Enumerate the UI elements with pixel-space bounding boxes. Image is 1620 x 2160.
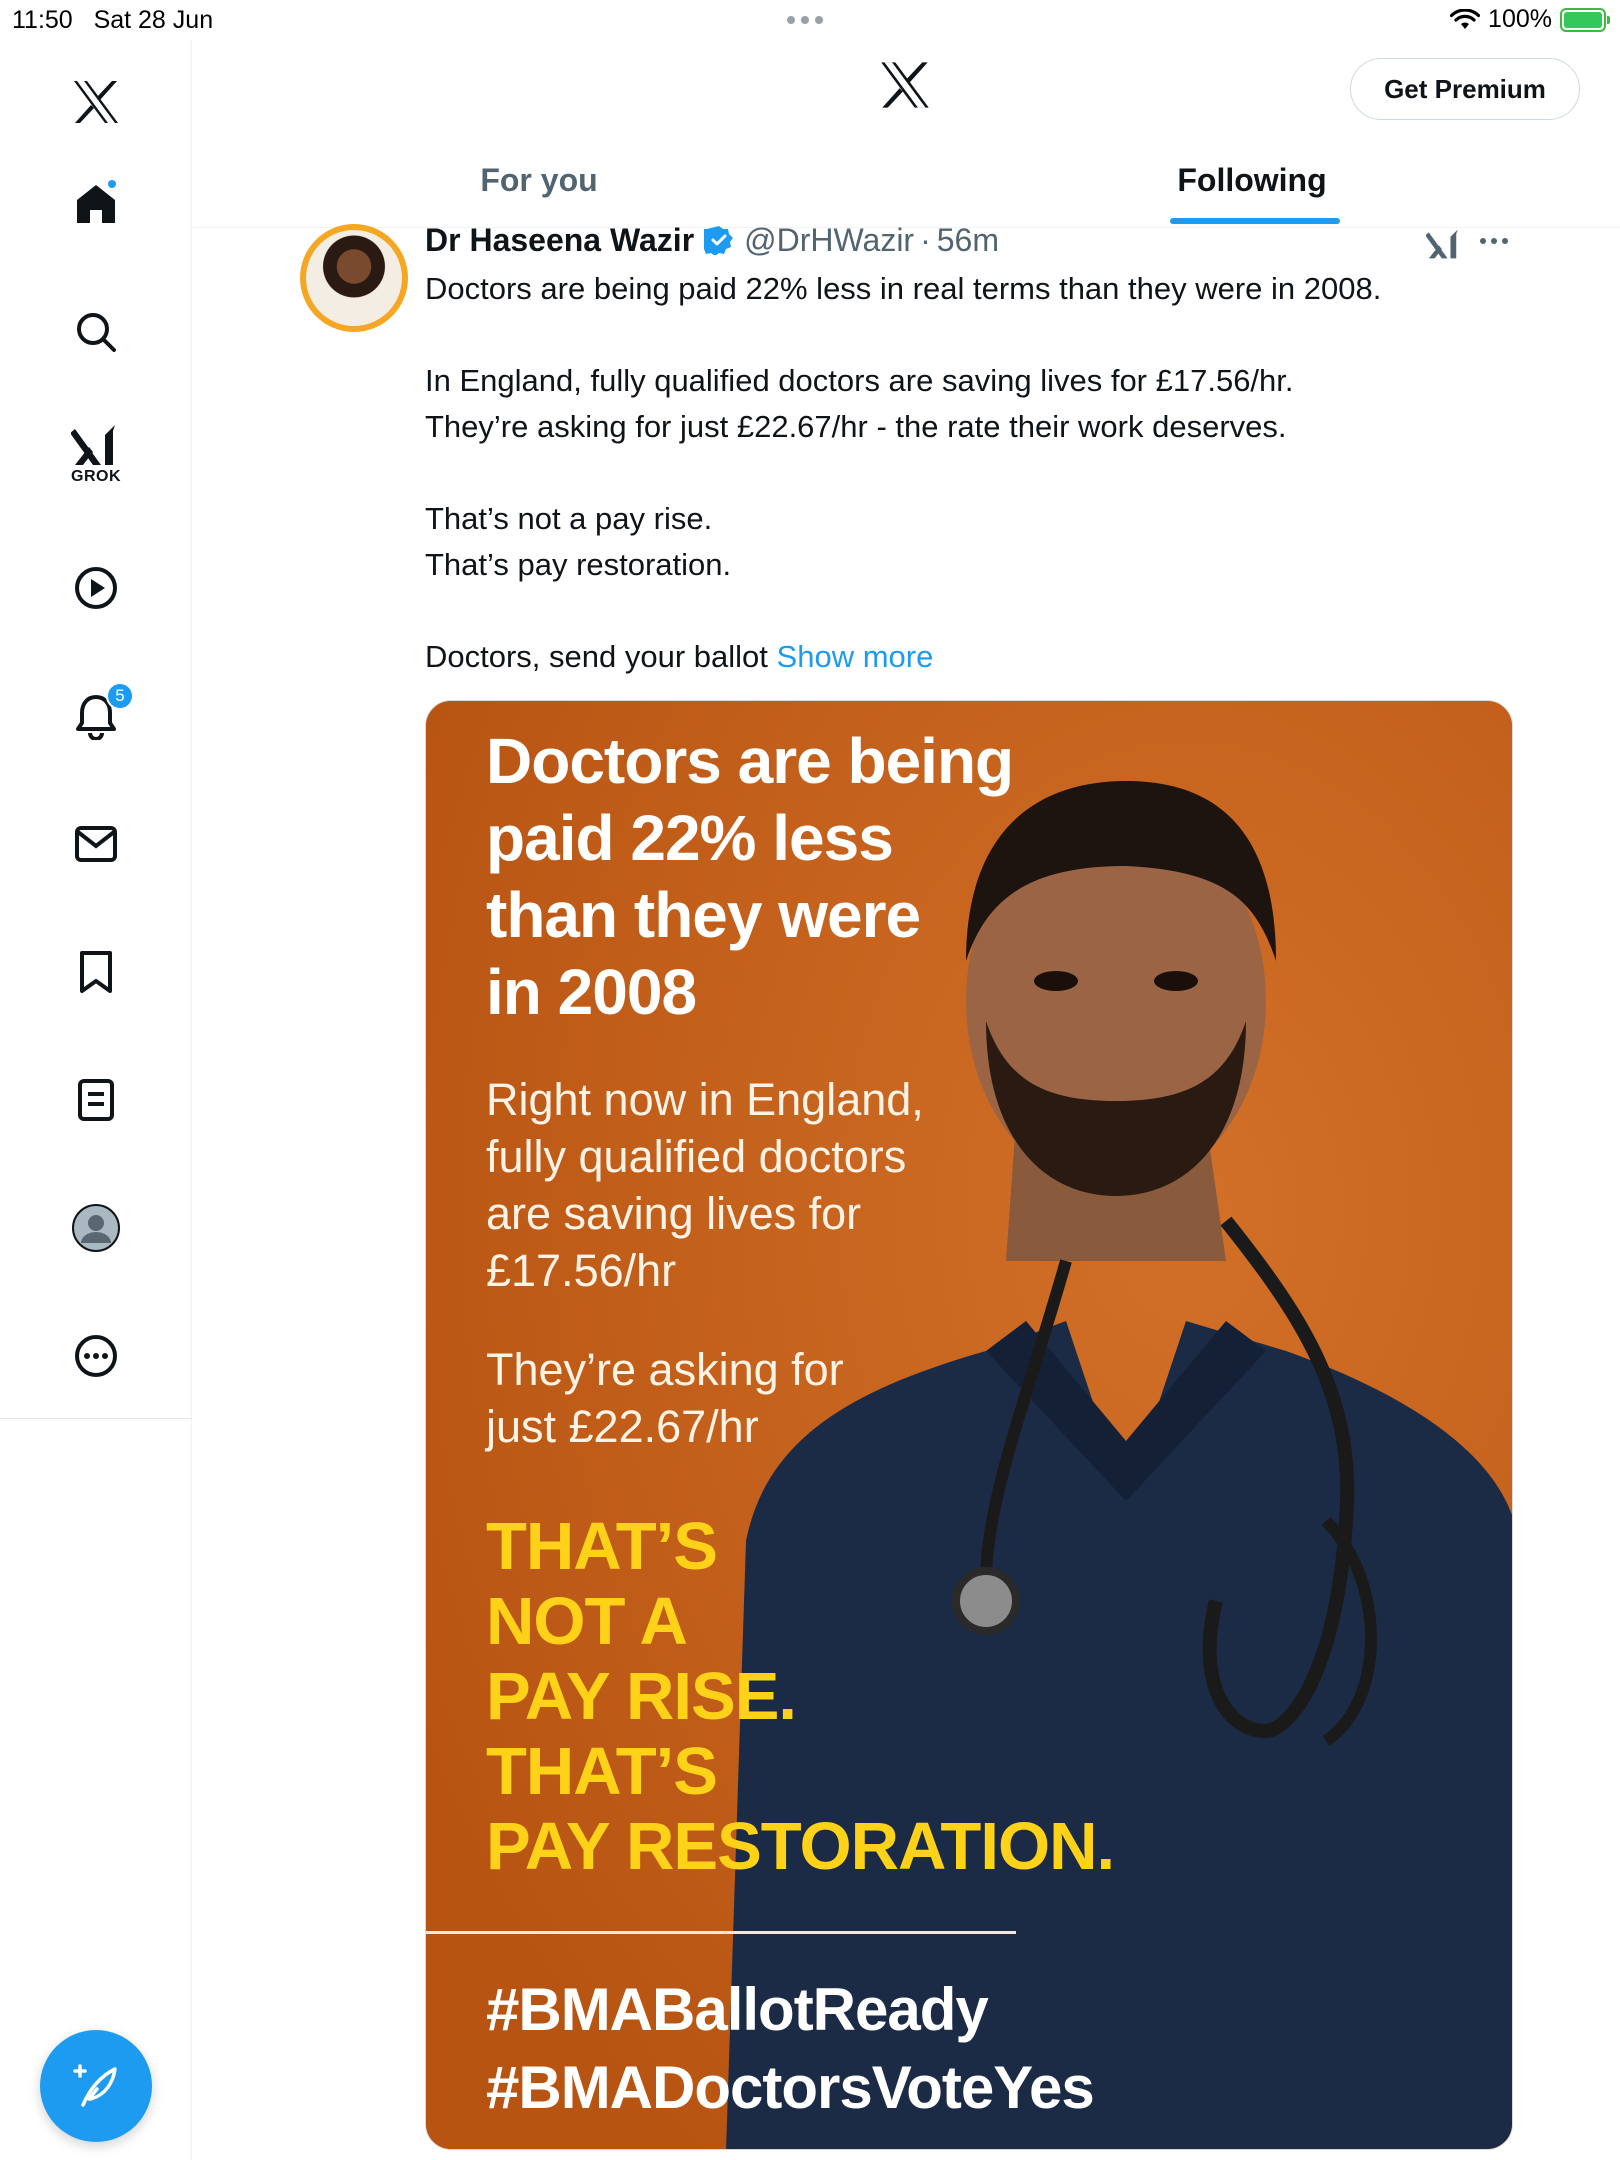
sidebar: GROK 5 [0,40,192,2160]
play-icon [75,567,117,609]
active-tab-indicator [1170,218,1340,224]
compose-button[interactable] [40,2030,152,2142]
sidebar-item-bookmarks[interactable] [56,932,136,1012]
headline-line: Doctors are being [486,725,1014,797]
battery-percent: 100% [1488,5,1552,33]
get-premium-button[interactable]: Get Premium [1350,58,1580,120]
callout-line: NOT A [486,1584,688,1659]
verified-badge-icon [704,226,734,255]
headline-line: paid 22% less [486,802,894,874]
search-icon [77,313,116,352]
status-right: 100% [1450,5,1610,34]
callout-line: PAY RESTORATION. [486,1809,1115,1884]
grok-icon [71,425,115,465]
hashtag-line: #BMADoctorsVoteYes [486,2054,1095,2121]
tweet-image[interactable]: Doctors are being paid 22% less than the… [425,700,1513,2150]
header-x-logo[interactable] [878,60,932,115]
callout-line: THAT’S [486,1509,718,1584]
battery-icon [1560,7,1610,32]
compose-feather-icon [73,2064,117,2107]
multitasking-dots[interactable] [787,16,823,24]
tweet-timestamp[interactable]: 56m [937,222,999,259]
poster-subtext-2: They’re asking for just £22.67/hr [486,1341,1046,1455]
sidebar-item-notifications[interactable]: 5 [56,676,136,756]
author-name[interactable]: Dr Haseena Wazir [425,222,694,259]
callout-line: PAY RISE. [486,1659,797,1734]
sidebar-item-more[interactable] [56,1316,136,1396]
tab-following[interactable]: Following [906,140,1598,228]
callout-line: THAT’S [486,1734,718,1809]
tweet-line: Doctors are being paid 22% less in real … [425,271,1382,306]
tweet-line: That’s pay restoration. [425,547,732,582]
tweet-line: That’s not a pay rise. [425,501,713,536]
subtext-line: Right now in England, [486,1074,924,1125]
x-logo-link[interactable] [56,62,136,142]
sidebar-item-grok[interactable]: GROK [56,412,136,492]
tweet-header: Dr Haseena Wazir @DrHWazir · 56m [425,218,999,262]
subtext-line: They’re asking for [486,1344,844,1395]
tweet-more-button[interactable] [1480,238,1508,244]
notification-count-badge: 5 [106,682,134,710]
poster-callout: THAT’S NOT A PAY RISE. THAT’S PAY RESTOR… [486,1509,1246,1884]
sidebar-divider [0,1418,192,1419]
status-bar: 11:50 Sat 28 Jun 100% [0,0,1620,40]
sidebar-item-home[interactable] [56,164,136,244]
tweet-line: In England, fully qualified doctors are … [425,363,1294,398]
meta-separator: · [920,221,931,258]
timeline-header: Get Premium For you Following [193,40,1620,228]
show-more-link[interactable]: Show more [777,639,934,674]
grok-icon [1425,229,1458,259]
grok-explain-button[interactable] [1425,228,1462,265]
tab-for-you[interactable]: For you [193,140,885,228]
wifi-icon [1450,8,1481,29]
poster-subtext: Right now in England, fully qualified do… [486,1071,1046,1299]
author-avatar[interactable] [300,224,408,332]
subtext-line: £17.56/hr [486,1245,677,1296]
poster-headline: Doctors are being paid 22% less than the… [486,723,1126,1031]
x-logo-icon [74,81,118,123]
subtext-line: are saving lives for [486,1188,862,1239]
home-new-dot [106,178,118,190]
sidebar-item-profile[interactable] [56,1188,136,1268]
hashtag-line: #BMABallotReady [486,1976,989,2043]
poster-divider [426,1931,1016,1934]
headline-line: in 2008 [486,956,697,1028]
sidebar-item-messages[interactable] [56,804,136,884]
bookmark-icon [80,951,112,993]
tweet-line: They’re asking for just £22.67/hr - the … [425,409,1287,444]
tweet-text: Doctors are being paid 22% less in real … [425,266,1505,680]
more-circle-icon [75,1335,117,1377]
sidebar-item-lists[interactable] [56,1060,136,1140]
list-icon [78,1079,114,1121]
headline-line: than they were [486,879,921,951]
author-handle[interactable]: @DrHWazir [744,222,914,259]
poster-hashtags: #BMABallotReady #BMADoctorsVoteYes [486,1971,1095,2127]
tweet-line: Doctors, send your ballot Show more [425,639,934,674]
subtext-line: fully qualified doctors [486,1131,907,1182]
profile-avatar-icon [72,1204,120,1252]
sidebar-item-video[interactable] [56,548,136,628]
subtext-line: just £22.67/hr [486,1401,759,1452]
mail-icon [75,826,117,862]
sidebar-item-search[interactable] [56,292,136,372]
status-time: 11:50 Sat 28 Jun [12,6,214,34]
grok-label: GROK [71,468,121,485]
x-logo-icon [881,62,929,108]
